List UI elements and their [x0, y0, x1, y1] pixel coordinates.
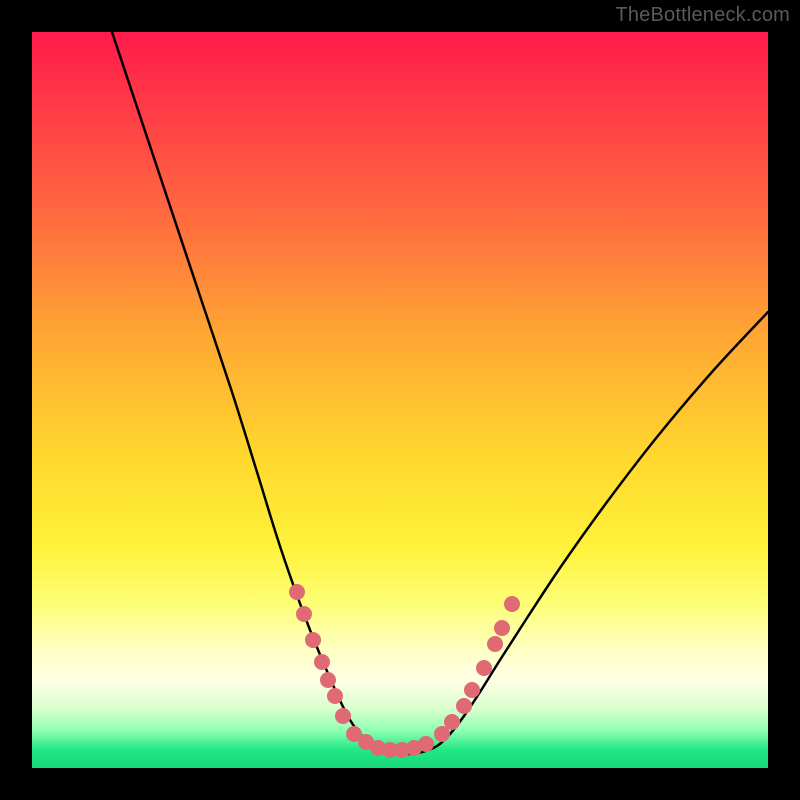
marker-dot — [464, 682, 480, 698]
marker-dot — [418, 736, 434, 752]
marker-dot — [320, 672, 336, 688]
marker-dot — [289, 584, 305, 600]
marker-dot — [456, 698, 472, 714]
marker-dot — [335, 708, 351, 724]
marker-dot — [504, 596, 520, 612]
marker-dot — [494, 620, 510, 636]
chart-frame: TheBottleneck.com — [0, 0, 800, 800]
marker-dot — [487, 636, 503, 652]
marker-dot — [296, 606, 312, 622]
curve-svg — [32, 32, 768, 768]
bottleneck-curve — [112, 32, 768, 754]
plot-area — [32, 32, 768, 768]
marker-dot — [476, 660, 492, 676]
marker-dot — [314, 654, 330, 670]
marker-dot — [444, 714, 460, 730]
marker-group — [289, 584, 520, 758]
watermark-text: TheBottleneck.com — [615, 4, 790, 27]
marker-dot — [305, 632, 321, 648]
marker-dot — [327, 688, 343, 704]
